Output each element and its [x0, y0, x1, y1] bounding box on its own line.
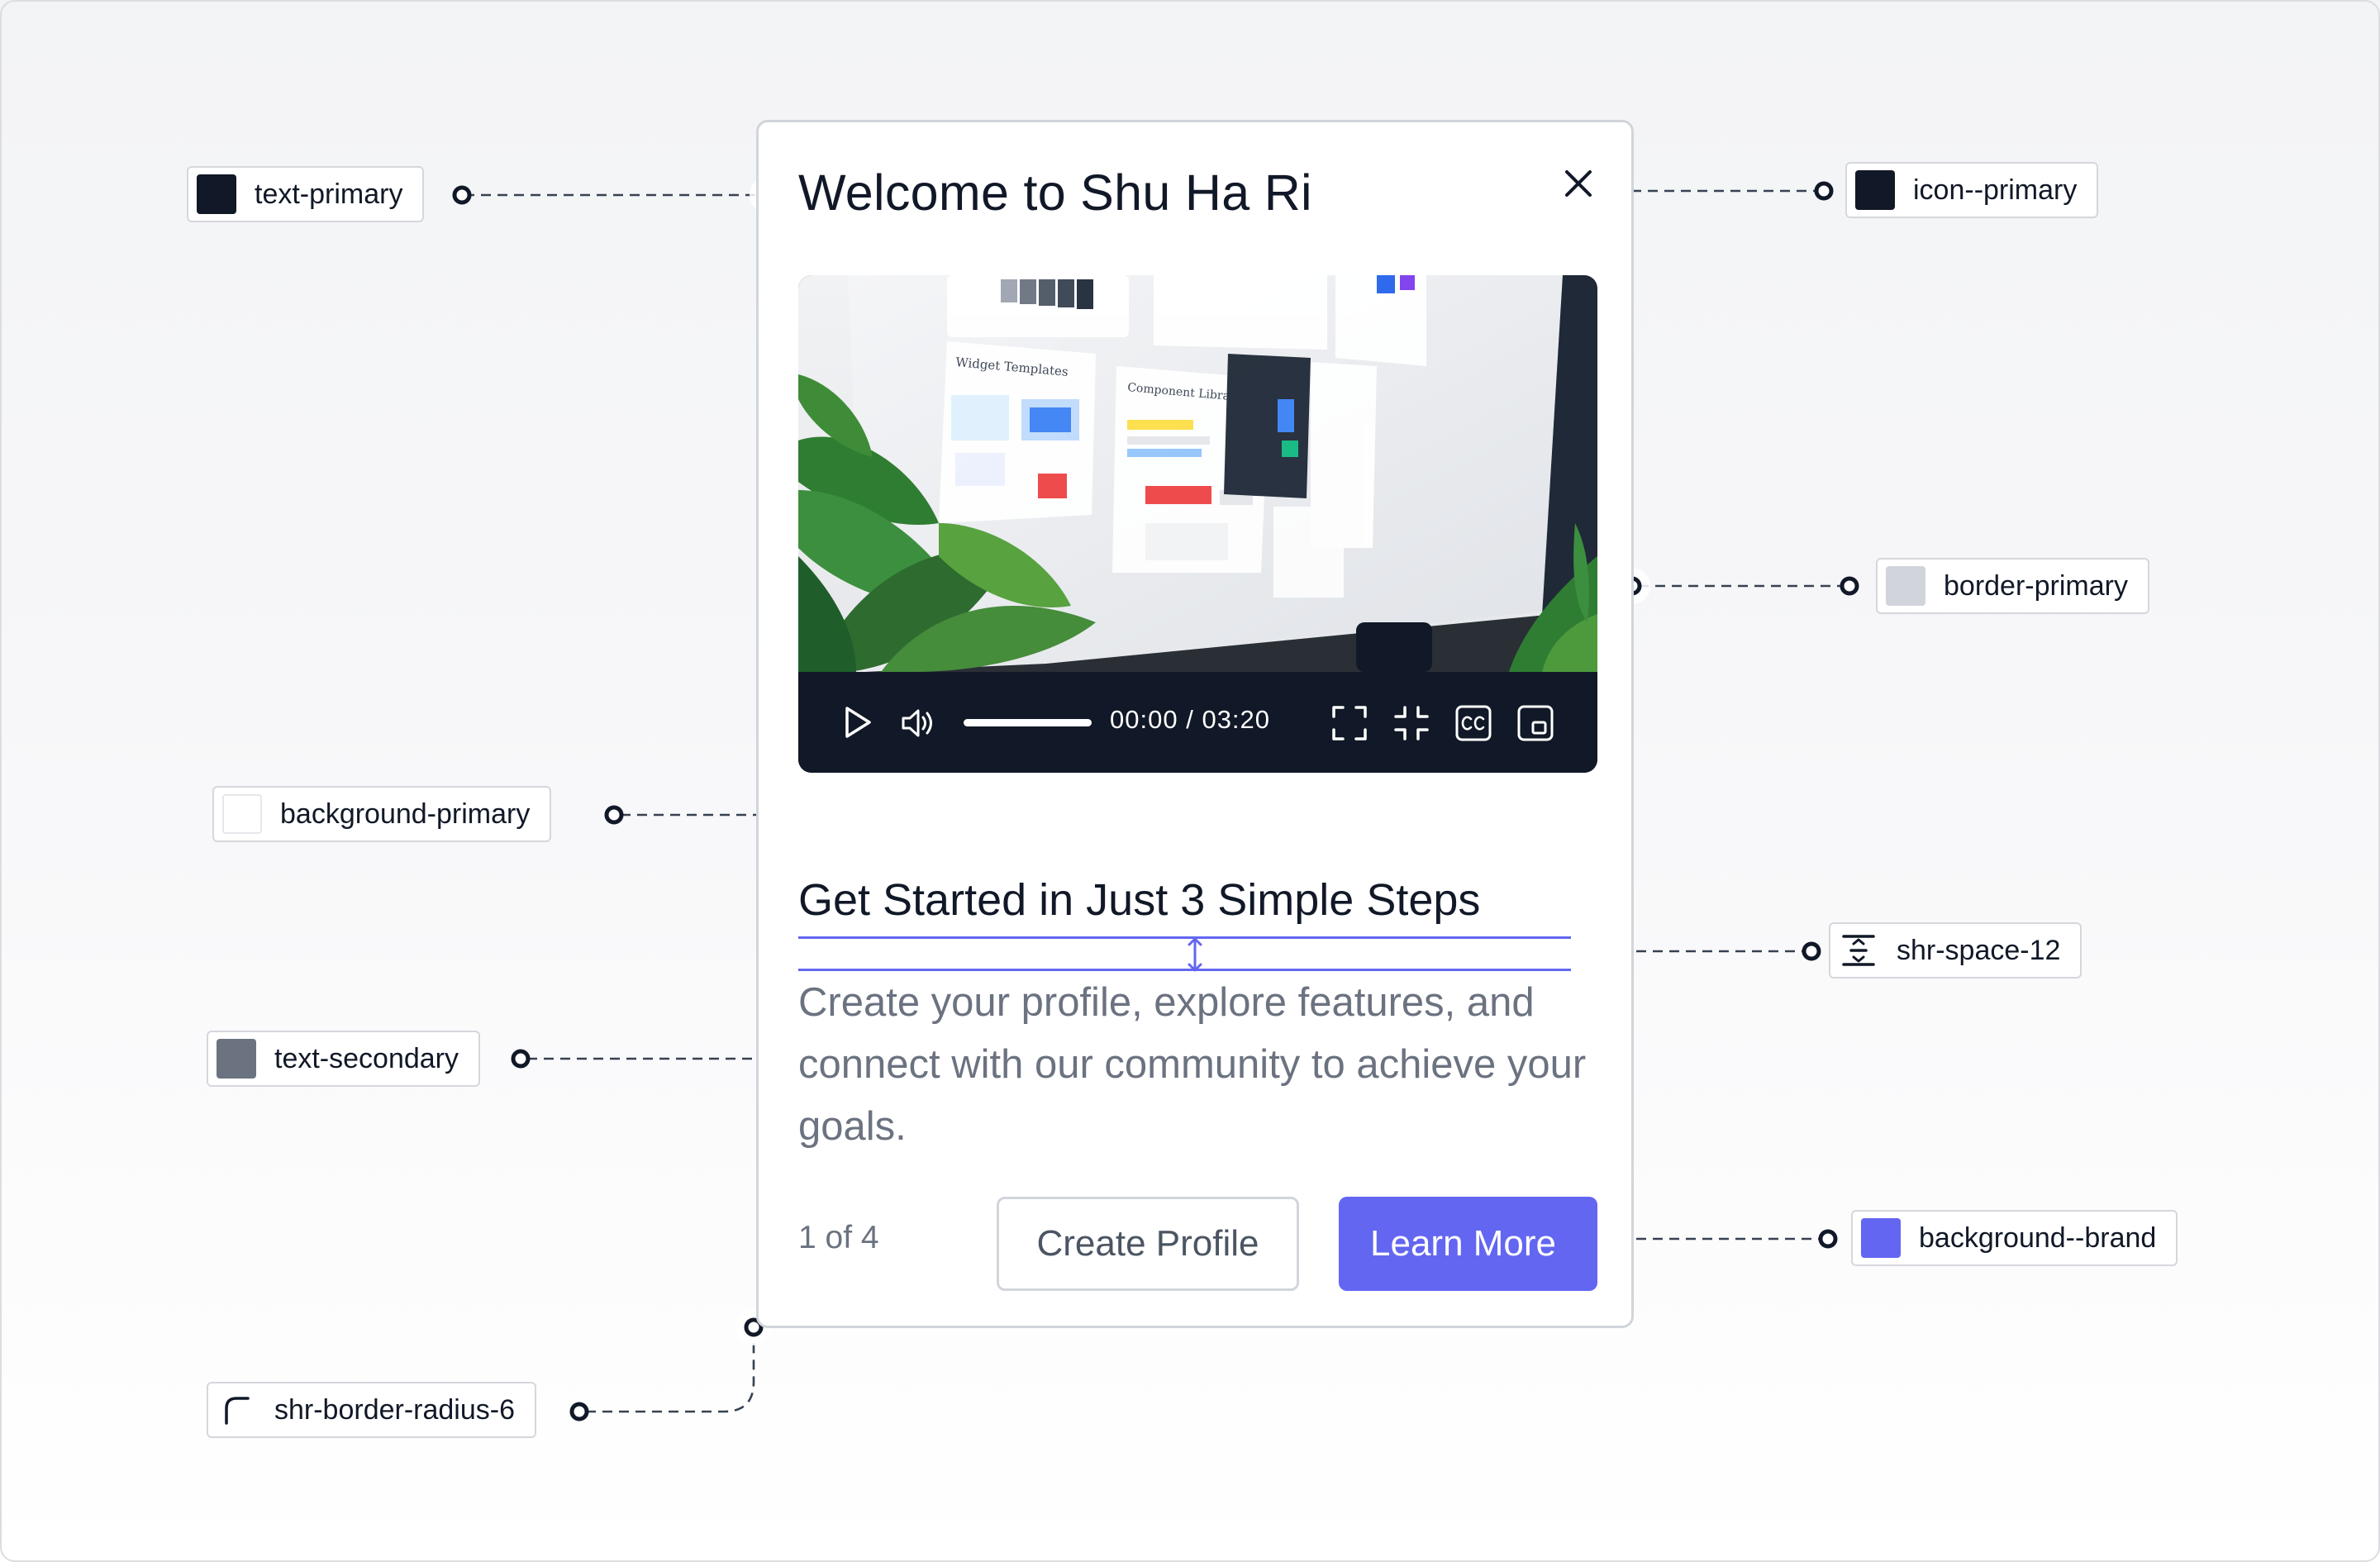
- connector-dot: [569, 1402, 589, 1422]
- tag-label: shr-border-radius-6: [274, 1393, 515, 1426]
- connector-dot: [1840, 576, 1859, 596]
- learn-more-button[interactable]: Learn More: [1339, 1197, 1597, 1291]
- spacing-arrow-icon: [1188, 937, 1202, 972]
- color-swatch: [1886, 566, 1925, 606]
- video-controls: 00:00 / 03:20: [798, 672, 1597, 773]
- tag-label: background-primary: [280, 798, 531, 830]
- tag-label: border-primary: [1944, 569, 2128, 602]
- progress-fill: [964, 719, 1092, 726]
- captions-icon: [1455, 705, 1492, 741]
- tag-icon-primary: icon--primary: [1845, 162, 2099, 218]
- spacing-icon: [1839, 931, 1878, 970]
- connector-dot: [511, 1049, 531, 1069]
- play-icon: [845, 707, 871, 738]
- tag-shr-space: shr-space-12: [1829, 922, 2082, 979]
- section-heading: Get Started in Just 3 Simple Steps: [798, 875, 1481, 925]
- body-text: Create your profile, explore features, a…: [798, 980, 1587, 1149]
- tag-label: shr-space-12: [1897, 934, 2061, 966]
- play-button[interactable]: [838, 703, 876, 745]
- connector-dot: [1814, 181, 1834, 201]
- close-button[interactable]: [1560, 165, 1597, 202]
- modal-title: Welcome to Shu Ha Ri: [798, 164, 1312, 221]
- tag-text-secondary: text-secondary: [207, 1031, 480, 1087]
- color-swatch: [1855, 170, 1895, 210]
- connector-dot: [604, 805, 624, 825]
- tag-label: icon--primary: [1913, 174, 2078, 206]
- tag-background-brand: background--brand: [1851, 1210, 2178, 1266]
- tag-border-primary: border-primary: [1876, 558, 2149, 614]
- tag-background-primary: background-primary: [212, 786, 552, 842]
- color-swatch: [217, 1039, 256, 1079]
- exit-fullscreen-icon: [1394, 706, 1429, 741]
- connector-dot: [1802, 941, 1821, 961]
- color-swatch: [222, 794, 262, 834]
- create-profile-button[interactable]: Create Profile: [997, 1197, 1299, 1291]
- time-display: 00:00 / 03:20: [1110, 705, 1270, 735]
- tag-label: text-primary: [255, 178, 403, 210]
- time-separator: /: [1186, 705, 1194, 734]
- video-player[interactable]: Widget Templates Component Library 00:00…: [798, 275, 1597, 773]
- tag-text-primary: text-primary: [187, 166, 425, 222]
- duration: 03:20: [1202, 705, 1271, 734]
- color-swatch: [197, 174, 236, 214]
- tag-border-radius: shr-border-radius-6: [207, 1382, 536, 1438]
- fullscreen-icon: [1332, 706, 1367, 741]
- step-counter: 1 of 4: [798, 1220, 879, 1255]
- connector-border-radius: [586, 1334, 755, 1413]
- connector-dot: [452, 185, 472, 205]
- volume-button[interactable]: [899, 704, 937, 746]
- connector-dot: [1818, 1229, 1838, 1249]
- volume-icon: [902, 709, 932, 737]
- progress-bar[interactable]: [964, 719, 1092, 726]
- tag-label: text-secondary: [274, 1042, 459, 1074]
- picture-in-picture-icon: [1517, 705, 1554, 741]
- captions-button[interactable]: [1454, 704, 1492, 746]
- color-swatch: [1861, 1218, 1901, 1258]
- fullscreen-button[interactable]: [1330, 704, 1368, 746]
- current-time: 00:00: [1110, 705, 1178, 734]
- welcome-modal: Welcome to Shu Ha Ri Widget Templates Co…: [756, 120, 1634, 1328]
- close-icon: [1565, 170, 1592, 197]
- radius-corner-icon: [217, 1390, 256, 1430]
- tag-label: background--brand: [1919, 1222, 2157, 1254]
- video-thumbnail: Widget Templates Component Library: [798, 275, 1597, 672]
- exit-fullscreen-button[interactable]: [1392, 704, 1430, 746]
- picture-in-picture-button[interactable]: [1516, 704, 1554, 746]
